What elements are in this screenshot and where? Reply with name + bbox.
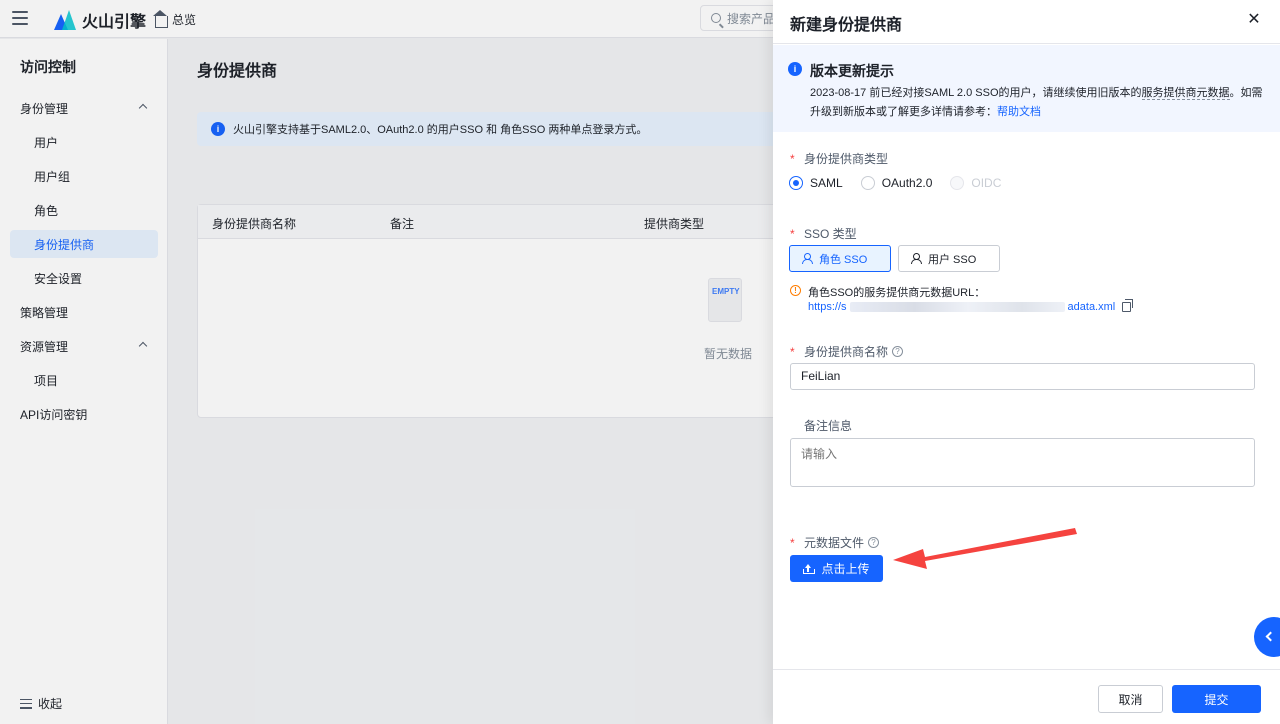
user-sso-option[interactable]: 用户 SSO — [898, 245, 1000, 272]
required-mark: * — [790, 226, 795, 241]
upload-button[interactable]: 点击上传 — [790, 555, 883, 582]
notice-text-part: 2023-08-17 前已经对接SAML 2.0 SSO的用户，请继续使用旧版本… — [810, 87, 1142, 99]
chevron-left-icon — [1265, 631, 1276, 642]
radio-dot-icon — [789, 176, 803, 190]
user-icon — [911, 253, 922, 264]
sso-type-label: * SSO 类型 — [790, 225, 857, 242]
notice-underlined-term[interactable]: 服务提供商元数据 — [1141, 87, 1230, 100]
provider-name-input[interactable]: FeiLian — [790, 363, 1255, 390]
radio-oauth2[interactable]: OAuth2.0 — [860, 176, 933, 190]
field-label: 备注信息 — [804, 419, 853, 433]
required-mark: * — [790, 344, 795, 359]
version-notice: i 版本更新提示 2023-08-17 前已经对接SAML 2.0 SSO的用户… — [773, 45, 1280, 132]
help-doc-link[interactable]: 帮助文档 — [997, 106, 1041, 118]
provider-type-label: * 身份提供商类型 — [790, 150, 888, 167]
metadata-file-label: * 元数据文件 ? — [790, 534, 880, 551]
url-suffix: adata.xml — [1067, 301, 1116, 313]
upload-button-label: 点击上传 — [821, 562, 870, 576]
close-icon[interactable]: ✕ — [1246, 12, 1262, 28]
required-mark: * — [790, 535, 795, 550]
drawer-mask[interactable] — [0, 0, 773, 724]
field-label: 身份提供商类型 — [804, 152, 889, 166]
provider-type-radio-group: SAML OAuth2.0 OIDC — [789, 176, 1001, 190]
metadata-url-title: 角色SSO的服务提供商元数据URL： — [808, 287, 986, 299]
provider-name-label: * 身份提供商名称 ? — [790, 343, 904, 360]
help-icon[interactable]: ? — [868, 537, 880, 548]
upload-icon — [803, 563, 816, 574]
user-icon — [802, 253, 813, 264]
drawer-title: 新建身份提供商 — [790, 17, 903, 34]
annotation-arrow-icon — [893, 528, 1077, 569]
radio-label: OAuth2.0 — [881, 176, 933, 190]
radio-dot-icon — [860, 176, 875, 190]
drawer-header: 新建身份提供商 ✕ — [773, 0, 1280, 44]
submit-button[interactable]: 提交 — [1172, 685, 1261, 713]
cancel-button[interactable]: 取消 — [1098, 685, 1163, 713]
notice-text: 2023-08-17 前已经对接SAML 2.0 SSO的用户，请继续使用旧版本… — [810, 84, 1265, 122]
help-icon[interactable]: ? — [892, 346, 904, 357]
remark-label: 备注信息 — [790, 417, 852, 434]
drawer-footer: 取消 提交 — [773, 669, 1280, 724]
sso-option-label: 角色 SSO — [819, 253, 868, 266]
required-mark: * — [790, 151, 795, 166]
radio-dot-icon — [950, 176, 965, 190]
role-sso-option[interactable]: 角色 SSO — [789, 245, 891, 272]
warning-icon: ! — [790, 285, 801, 296]
copy-icon[interactable] — [1122, 299, 1134, 312]
url-prefix: https://s — [808, 301, 847, 313]
metadata-url-link[interactable]: https://s adata.xml — [808, 299, 1134, 313]
radio-saml[interactable]: SAML — [789, 176, 843, 190]
field-label: 元数据文件 — [804, 536, 865, 550]
sso-option-label: 用户 SSO — [928, 253, 977, 266]
field-label: 身份提供商名称 — [804, 345, 889, 359]
remark-textarea[interactable] — [790, 438, 1255, 487]
radio-label: SAML — [810, 176, 843, 190]
radio-oidc: OIDC — [950, 176, 1001, 190]
redacted-url-segment — [849, 302, 1065, 312]
field-label: SSO 类型 — [804, 227, 857, 241]
info-icon: i — [788, 62, 802, 76]
create-provider-drawer: 新建身份提供商 ✕ i 版本更新提示 2023-08-17 前已经对接SAML … — [773, 0, 1280, 724]
radio-label: OIDC — [971, 176, 1002, 190]
notice-title: 版本更新提示 — [810, 63, 894, 79]
